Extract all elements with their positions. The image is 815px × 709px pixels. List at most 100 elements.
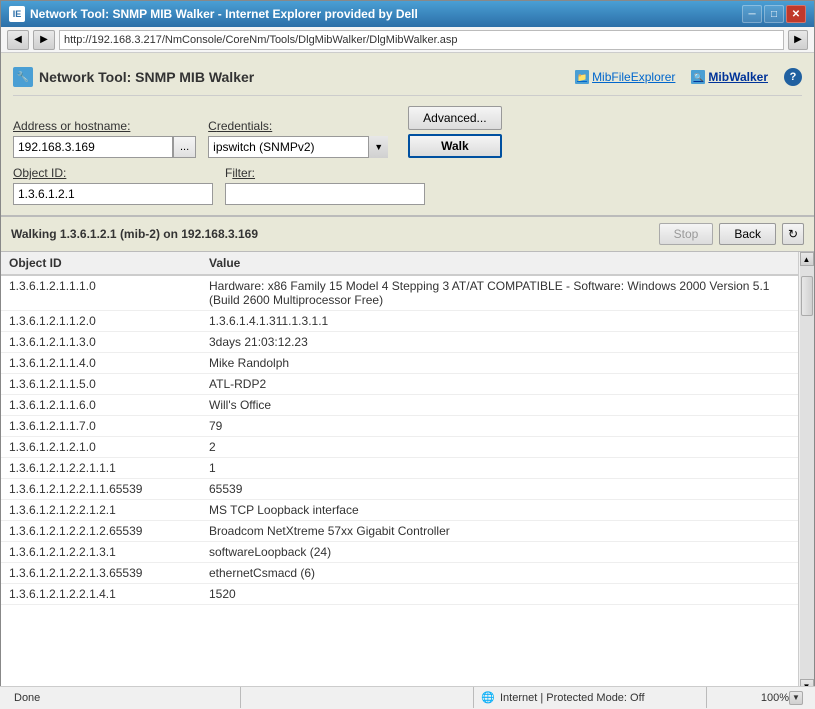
tool-header: 🔧 Network Tool: SNMP MIB Walker 📁 MibFil… xyxy=(13,61,802,96)
cell-oid: 1.3.6.1.2.1.2.2.1.2.1 xyxy=(1,500,201,521)
cell-oid: 1.3.6.1.2.1.2.2.1.1.1 xyxy=(1,458,201,479)
mibwalker-icon: 🔍 xyxy=(691,70,705,84)
data-table[interactable]: Object ID Value 1.3.6.1.2.1.1.1.0Hardwar… xyxy=(1,252,798,693)
scroll-thumb[interactable] xyxy=(801,276,813,316)
cell-oid: 1.3.6.1.2.1.2.2.1.1.65539 xyxy=(1,479,201,500)
table-row[interactable]: 1.3.6.1.2.1.2.1.02 xyxy=(1,437,798,458)
cell-oid: 1.3.6.1.2.1.1.4.0 xyxy=(1,353,201,374)
filter-group: Filter: xyxy=(225,166,425,205)
cell-value: 2 xyxy=(201,437,798,458)
cell-value: 1 xyxy=(201,458,798,479)
cell-oid: 1.3.6.1.2.1.1.6.0 xyxy=(1,395,201,416)
scroll-up-button[interactable]: ▲ xyxy=(800,252,814,266)
go-button[interactable]: ▶ xyxy=(788,30,808,50)
help-button[interactable]: ? xyxy=(784,68,802,86)
walk-button[interactable]: Walk xyxy=(408,134,501,158)
table-row[interactable]: 1.3.6.1.2.1.1.7.079 xyxy=(1,416,798,437)
results-area: Walking 1.3.6.1.2.1 (mib-2) on 192.168.3… xyxy=(1,217,814,709)
window-title: Network Tool: SNMP MIB Walker - Internet… xyxy=(30,7,742,21)
zoom-arrow-button[interactable]: ▼ xyxy=(789,691,803,705)
status-spacer xyxy=(241,687,474,708)
table-row[interactable]: 1.3.6.1.2.1.2.2.1.3.1softwareLoopback (2… xyxy=(1,542,798,563)
address-input[interactable] xyxy=(13,136,173,158)
results-table: Object ID Value 1.3.6.1.2.1.1.1.0Hardwar… xyxy=(1,252,798,605)
cell-value: softwareLoopback (24) xyxy=(201,542,798,563)
url-field[interactable]: http://192.168.3.217/NmConsole/CoreNm/To… xyxy=(59,30,784,50)
table-row[interactable]: 1.3.6.1.2.1.2.2.1.4.11520 xyxy=(1,584,798,605)
cell-value: ATL-RDP2 xyxy=(201,374,798,395)
cell-value: Hardware: x86 Family 15 Model 4 Stepping… xyxy=(201,275,798,311)
status-bar: Done 🌐 Internet | Protected Mode: Off 10… xyxy=(0,686,815,708)
tool-title: 🔧 Network Tool: SNMP MIB Walker xyxy=(13,67,254,87)
zoom-control[interactable]: 100% ▼ xyxy=(707,687,807,708)
cell-value: 1520 xyxy=(201,584,798,605)
globe-icon: 🌐 xyxy=(480,690,496,706)
tool-links: 📁 MibFileExplorer 🔍 MibWalker ? xyxy=(575,68,802,86)
objectid-group: Object ID: xyxy=(13,166,213,205)
table-row[interactable]: 1.3.6.1.2.1.1.4.0Mike Randolph xyxy=(1,353,798,374)
cell-oid: 1.3.6.1.2.1.2.2.1.4.1 xyxy=(1,584,201,605)
credentials-select-wrapper: ipswitch (SNMPv2) public (SNMPv1) privat… xyxy=(208,136,388,158)
table-row[interactable]: 1.3.6.1.2.1.1.6.0Will's Office xyxy=(1,395,798,416)
action-buttons: Advanced... Walk xyxy=(408,106,501,158)
credentials-group: Credentials: ipswitch (SNMPv2) public (S… xyxy=(208,119,388,158)
address-bar: ◀ ▶ http://192.168.3.217/NmConsole/CoreN… xyxy=(1,27,814,53)
cell-oid: 1.3.6.1.2.1.1.7.0 xyxy=(1,416,201,437)
credentials-select[interactable]: ipswitch (SNMPv2) public (SNMPv1) privat… xyxy=(208,136,388,158)
forward-nav-button[interactable]: ▶ xyxy=(33,30,55,50)
cell-value: 3days 21:03:12.23 xyxy=(201,332,798,353)
scroll-track[interactable] xyxy=(800,266,814,679)
window-controls: ─ □ ✕ xyxy=(742,5,806,23)
mibfile-link[interactable]: 📁 MibFileExplorer xyxy=(575,70,675,84)
address-label: Address or hostname: xyxy=(13,119,196,133)
tool-icon: 🔧 xyxy=(13,67,33,87)
stop-button[interactable]: Stop xyxy=(659,223,714,245)
cell-value: 65539 xyxy=(201,479,798,500)
close-button[interactable]: ✕ xyxy=(786,5,806,23)
filter-input[interactable] xyxy=(225,183,425,205)
vertical-scrollbar[interactable]: ▲ ▼ xyxy=(798,252,814,693)
table-row[interactable]: 1.3.6.1.2.1.1.3.03days 21:03:12.23 xyxy=(1,332,798,353)
back-nav-button[interactable]: ◀ xyxy=(7,30,29,50)
table-row[interactable]: 1.3.6.1.2.1.2.2.1.1.6553965539 xyxy=(1,479,798,500)
table-row[interactable]: 1.3.6.1.2.1.1.5.0ATL-RDP2 xyxy=(1,374,798,395)
cell-value: Will's Office xyxy=(201,395,798,416)
minimize-button[interactable]: ─ xyxy=(742,5,762,23)
cell-value: 1.3.6.1.4.1.311.1.3.1.1 xyxy=(201,311,798,332)
browse-button[interactable]: ... xyxy=(173,136,196,158)
cell-value: Broadcom NetXtreme 57xx Gigabit Controll… xyxy=(201,521,798,542)
refresh-button[interactable]: ↻ xyxy=(782,223,804,245)
status-text: Done xyxy=(8,687,241,708)
table-row[interactable]: 1.3.6.1.2.1.2.2.1.2.1MS TCP Loopback int… xyxy=(1,500,798,521)
cell-oid: 1.3.6.1.2.1.1.5.0 xyxy=(1,374,201,395)
table-row[interactable]: 1.3.6.1.2.1.1.1.0Hardware: x86 Family 15… xyxy=(1,275,798,311)
address-input-group: ... xyxy=(13,136,196,158)
col-value-header: Value xyxy=(201,252,798,275)
table-row[interactable]: 1.3.6.1.2.1.1.2.01.3.6.1.4.1.311.1.3.1.1 xyxy=(1,311,798,332)
cell-oid: 1.3.6.1.2.1.1.2.0 xyxy=(1,311,201,332)
table-row[interactable]: 1.3.6.1.2.1.2.2.1.1.11 xyxy=(1,458,798,479)
table-row[interactable]: 1.3.6.1.2.1.2.2.1.3.65539ethernetCsmacd … xyxy=(1,563,798,584)
table-container: Object ID Value 1.3.6.1.2.1.1.1.0Hardwar… xyxy=(1,252,814,693)
cell-value: MS TCP Loopback interface xyxy=(201,500,798,521)
table-row[interactable]: 1.3.6.1.2.1.2.2.1.2.65539Broadcom NetXtr… xyxy=(1,521,798,542)
form-row-2: Object ID: Filter: xyxy=(13,166,802,205)
objectid-input[interactable] xyxy=(13,183,213,205)
app-icon: IE xyxy=(9,6,25,22)
cell-oid: 1.3.6.1.2.1.2.2.1.3.1 xyxy=(1,542,201,563)
cell-oid: 1.3.6.1.2.1.2.2.1.3.65539 xyxy=(1,563,201,584)
col-oid-header: Object ID xyxy=(1,252,201,275)
cell-value: ethernetCsmacd (6) xyxy=(201,563,798,584)
title-bar: IE Network Tool: SNMP MIB Walker - Inter… xyxy=(1,1,814,27)
form-area: 🔧 Network Tool: SNMP MIB Walker 📁 MibFil… xyxy=(1,53,814,217)
form-row-1: Address or hostname: ... Credentials: ip… xyxy=(13,106,802,158)
objectid-label: Object ID: xyxy=(13,166,213,180)
cell-oid: 1.3.6.1.2.1.2.1.0 xyxy=(1,437,201,458)
back-button[interactable]: Back xyxy=(719,223,776,245)
cell-oid: 1.3.6.1.2.1.2.2.1.2.65539 xyxy=(1,521,201,542)
mibwalker-link[interactable]: 🔍 MibWalker xyxy=(691,70,768,84)
cell-oid: 1.3.6.1.2.1.1.3.0 xyxy=(1,332,201,353)
advanced-button[interactable]: Advanced... xyxy=(408,106,501,130)
results-header: Walking 1.3.6.1.2.1 (mib-2) on 192.168.3… xyxy=(1,217,814,252)
maximize-button[interactable]: □ xyxy=(764,5,784,23)
